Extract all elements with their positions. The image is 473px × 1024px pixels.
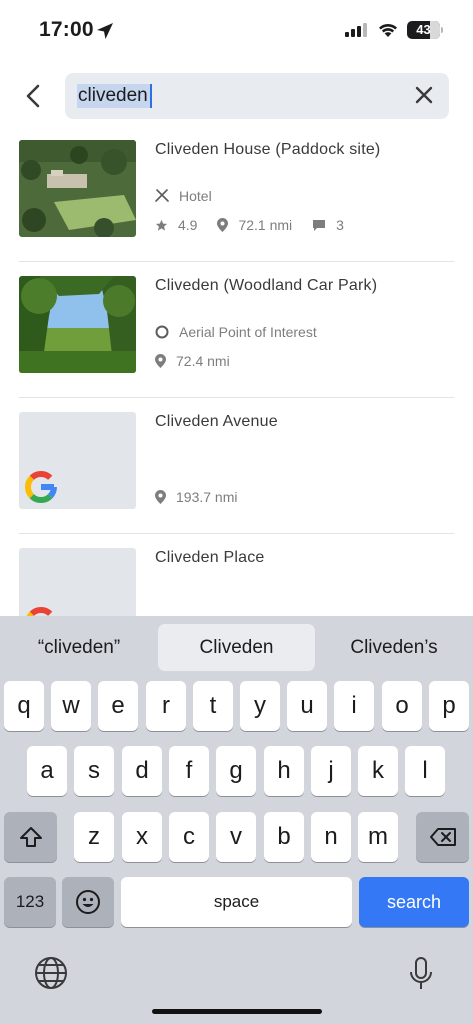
location-arrow-icon [97, 23, 113, 39]
list-item[interactable]: Cliveden (Woodland Car Park) Aerial Poin… [0, 262, 473, 398]
delete-key[interactable] [416, 812, 469, 862]
result-meta: 4.9 72.1 nmi 3 [155, 217, 344, 233]
key-g[interactable]: g [216, 746, 256, 796]
search-input[interactable]: cliveden [65, 73, 449, 119]
battery-icon: 43 [407, 21, 440, 39]
key-m[interactable]: m [358, 812, 398, 862]
result-title: Cliveden House (Paddock site) [155, 141, 381, 158]
result-category: Hotel [155, 188, 212, 204]
map-pin-icon [155, 490, 166, 504]
key-v[interactable]: v [216, 812, 256, 862]
google-logo-icon [26, 607, 53, 616]
emoji-key[interactable] [62, 877, 114, 927]
google-logo-icon [24, 470, 58, 503]
comment-icon [313, 219, 326, 231]
result-thumbnail [19, 140, 136, 237]
key-d[interactable]: d [122, 746, 162, 796]
key-q[interactable]: q [4, 681, 44, 731]
microphone-icon[interactable] [408, 956, 434, 992]
star-icon [155, 219, 168, 231]
key-h[interactable]: h [264, 746, 304, 796]
key-x[interactable]: x [122, 812, 162, 862]
key-a[interactable]: a [27, 746, 67, 796]
key-c[interactable]: c [169, 812, 209, 862]
key-u[interactable]: u [287, 681, 327, 731]
status-time: 17:00 [39, 18, 94, 41]
list-item[interactable]: Cliveden House (Paddock site) Hotel 4.9 … [0, 126, 473, 262]
key-r[interactable]: r [146, 681, 186, 731]
backspace-icon [429, 828, 456, 846]
result-title: Cliveden (Woodland Car Park) [155, 277, 378, 294]
battery-level: 43 [416, 22, 431, 37]
suggestion-2[interactable]: Cliveden [158, 624, 315, 671]
wifi-icon [379, 23, 397, 37]
circle-icon [155, 325, 169, 339]
chevron-left-icon [26, 84, 40, 108]
key-l[interactable]: l [405, 746, 445, 796]
rating: 4.9 [178, 217, 198, 233]
key-f[interactable]: f [169, 746, 209, 796]
key-p[interactable]: p [429, 681, 469, 731]
result-title: Cliveden Avenue [155, 413, 278, 430]
map-pin-icon [217, 218, 229, 232]
key-e[interactable]: e [98, 681, 138, 731]
result-thumbnail [19, 412, 136, 509]
suggestion-3[interactable]: Cliveden’s [315, 624, 473, 671]
list-item[interactable]: Cliveden Avenue 193.7 nmi [0, 398, 473, 534]
list-item[interactable]: Cliveden Place [0, 534, 473, 616]
result-title: Cliveden Place [155, 549, 265, 566]
results-list: Cliveden House (Paddock site) Hotel 4.9 … [0, 126, 473, 616]
result-category: Aerial Point of Interest [155, 324, 317, 340]
key-b[interactable]: b [264, 812, 304, 862]
numbers-key[interactable]: 123 [4, 877, 56, 927]
suggestion-1[interactable]: “cliveden” [0, 624, 158, 671]
search-key[interactable]: search [359, 877, 469, 927]
fork-knife-icon [155, 189, 169, 202]
distance: 72.4 nmi [176, 353, 230, 369]
status-bar: 17:00 43 [0, 0, 473, 62]
map-pin-icon [155, 354, 166, 368]
key-j[interactable]: j [311, 746, 351, 796]
key-s[interactable]: s [74, 746, 114, 796]
home-indicator[interactable] [152, 1009, 322, 1014]
distance: 72.1 nmi [238, 217, 293, 233]
result-meta: 72.4 nmi [155, 353, 230, 369]
comment-count: 3 [336, 217, 344, 233]
key-n[interactable]: n [311, 812, 351, 862]
key-k[interactable]: k [358, 746, 398, 796]
search-query[interactable]: cliveden [77, 84, 152, 108]
back-button[interactable] [18, 80, 48, 112]
result-thumbnail [19, 276, 136, 373]
shift-icon [19, 827, 42, 847]
key-t[interactable]: t [193, 681, 233, 731]
cellular-signal-icon [345, 23, 367, 37]
key-w[interactable]: w [51, 681, 91, 731]
keyboard: “cliveden” Cliveden Cliveden’s q w e r t… [0, 616, 473, 1024]
key-z[interactable]: z [74, 812, 114, 862]
emoji-icon [76, 890, 100, 914]
globe-icon[interactable] [34, 956, 68, 990]
shift-key[interactable] [4, 812, 57, 862]
key-y[interactable]: y [240, 681, 280, 731]
distance: 193.7 nmi [176, 489, 238, 505]
result-thumbnail [19, 548, 136, 616]
space-key[interactable]: space [121, 877, 352, 927]
key-o[interactable]: o [382, 681, 422, 731]
result-meta: 193.7 nmi [155, 489, 237, 505]
close-icon[interactable] [413, 84, 435, 106]
key-i[interactable]: i [334, 681, 374, 731]
